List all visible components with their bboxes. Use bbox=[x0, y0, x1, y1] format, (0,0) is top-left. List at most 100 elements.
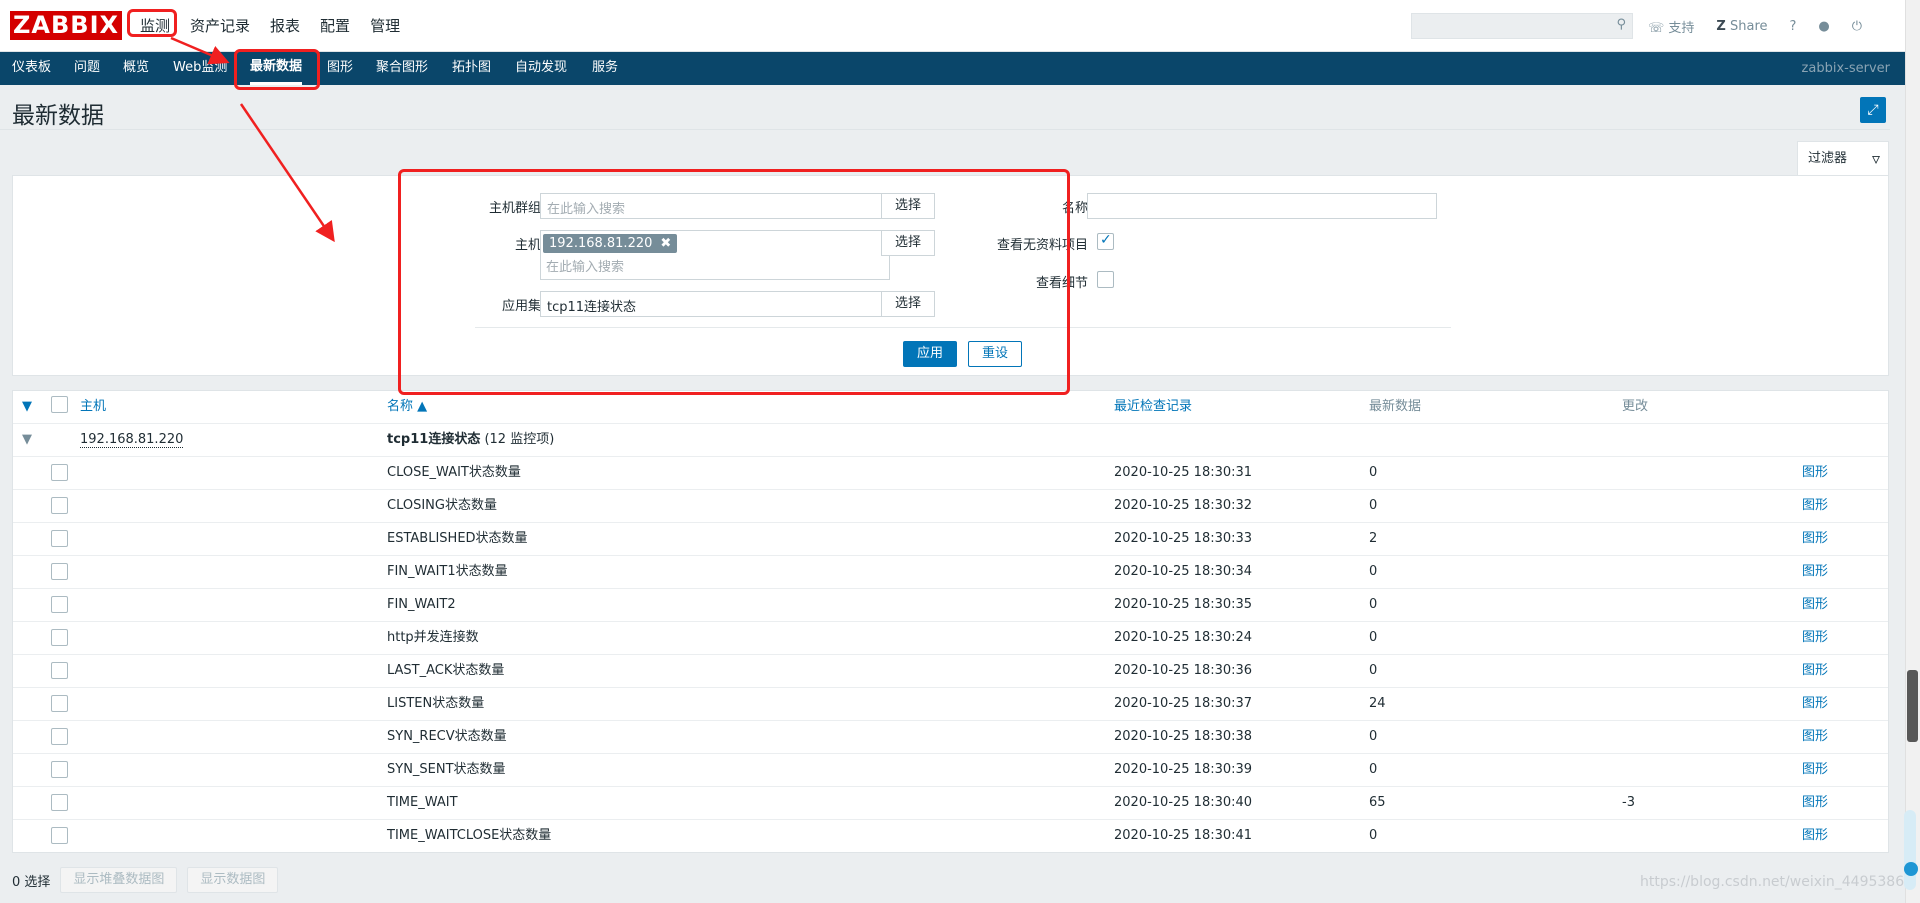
submenu-screens[interactable]: 聚合图形 bbox=[376, 52, 428, 85]
support-link[interactable]: ☏ 支持 bbox=[1648, 17, 1694, 36]
zabbix-logo[interactable]: ZABBIX bbox=[10, 11, 122, 40]
submenu-overview[interactable]: 概览 bbox=[123, 52, 149, 85]
hosts-search-placeholder[interactable]: 在此输入搜索 bbox=[546, 256, 624, 275]
row-checkbox[interactable] bbox=[51, 464, 68, 481]
collapse-all-icon[interactable]: ▼ bbox=[22, 391, 32, 423]
submenu-web[interactable]: Web监测 bbox=[173, 52, 227, 85]
collapse-group-icon[interactable]: ▼ bbox=[22, 424, 32, 456]
remove-chip-icon[interactable]: ✖ bbox=[660, 236, 671, 251]
filter-panel: 主机群组 在此输入搜索 选择 主机 192.168.81.220 ✖ 在此输入搜索… bbox=[12, 175, 1889, 376]
fullscreen-button[interactable]: ⤢ bbox=[1860, 97, 1886, 123]
side-gauge bbox=[1904, 810, 1916, 890]
row-checkbox[interactable] bbox=[51, 662, 68, 679]
table-row: FIN_WAIT1状态数量 2020-10-25 18:30:34 0 图形 bbox=[13, 556, 1888, 589]
graph-link[interactable]: 图形 bbox=[1802, 490, 1828, 522]
group-app-name: tcp11连接状态 bbox=[387, 432, 481, 447]
show-details-label: 查看细节 bbox=[1035, 276, 1088, 291]
menu-reports[interactable]: 报表 bbox=[260, 0, 310, 52]
item-last-check: 2020-10-25 18:30:31 bbox=[1114, 465, 1253, 480]
gauge-indicator bbox=[1904, 862, 1918, 876]
show-no-data-checkbox[interactable] bbox=[1097, 232, 1114, 250]
column-last-check[interactable]: 最近检查记录 bbox=[1114, 391, 1192, 423]
show-no-data-label: 查看无资料项目 bbox=[996, 238, 1088, 253]
apply-button[interactable]: 应用 bbox=[903, 341, 957, 367]
search-icon[interactable]: ⚲ bbox=[1616, 17, 1626, 32]
host-groups-select-button[interactable]: 选择 bbox=[881, 193, 935, 219]
show-details-checkbox[interactable] bbox=[1097, 271, 1114, 288]
hosts-select-button[interactable]: 选择 bbox=[881, 230, 935, 256]
item-name: SYN_SENT状态数量 bbox=[387, 762, 506, 777]
graph-link[interactable]: 图形 bbox=[1802, 622, 1828, 654]
host-groups-input[interactable]: 在此输入搜索 bbox=[540, 193, 890, 219]
graph-link[interactable]: 图形 bbox=[1802, 523, 1828, 555]
submenu-problems[interactable]: 问题 bbox=[74, 52, 100, 85]
group-host-cell: 192.168.81.220 bbox=[80, 424, 184, 456]
column-host[interactable]: 主机 bbox=[80, 391, 106, 423]
row-checkbox[interactable] bbox=[51, 728, 68, 745]
graph-button[interactable]: 显示数据图 bbox=[187, 867, 279, 893]
item-last-check: 2020-10-25 18:30:41 bbox=[1114, 828, 1253, 843]
filter-tab-label: 过滤器 bbox=[1808, 151, 1848, 166]
row-checkbox[interactable] bbox=[51, 596, 68, 613]
row-checkbox[interactable] bbox=[51, 695, 68, 712]
item-last-value: 0 bbox=[1369, 465, 1378, 480]
graph-link[interactable]: 图形 bbox=[1802, 457, 1828, 489]
submenu-maps[interactable]: 拓扑图 bbox=[452, 52, 491, 85]
latest-data-table: ▼ 主机 名称 ▲ 最近检查记录 最新数据 更改 ▼ 192.168.81.22… bbox=[12, 390, 1889, 853]
item-last-check: 2020-10-25 18:30:35 bbox=[1114, 597, 1253, 612]
submenu-dashboard[interactable]: 仪表板 bbox=[12, 52, 51, 85]
group-host-link[interactable]: 192.168.81.220 bbox=[80, 432, 184, 448]
search-input[interactable] bbox=[1412, 14, 1602, 38]
filter-tab[interactable]: 过滤器 ▿ bbox=[1797, 141, 1889, 176]
item-last-value: 0 bbox=[1369, 663, 1378, 678]
graph-link[interactable]: 图形 bbox=[1802, 754, 1828, 786]
user-profile-icon[interactable]: ● bbox=[1818, 19, 1829, 34]
graph-link[interactable]: 图形 bbox=[1802, 787, 1828, 819]
scrollbar-thumb[interactable] bbox=[1907, 670, 1918, 742]
graph-link[interactable]: 图形 bbox=[1802, 688, 1828, 720]
graph-link[interactable]: 图形 bbox=[1802, 820, 1828, 852]
filter-divider bbox=[475, 327, 1451, 328]
row-checkbox[interactable] bbox=[51, 827, 68, 844]
table-row: SYN_SENT状态数量 2020-10-25 18:30:39 0 图形 bbox=[13, 754, 1888, 787]
name-label: 名称 bbox=[1061, 201, 1088, 216]
column-name[interactable]: 名称 ▲ bbox=[387, 391, 427, 423]
item-last-value: 0 bbox=[1369, 828, 1378, 843]
stacked-graph-button[interactable]: 显示堆叠数据图 bbox=[60, 867, 178, 893]
submenu-services[interactable]: 服务 bbox=[592, 52, 618, 85]
help-icon[interactable]: ? bbox=[1790, 19, 1797, 34]
submenu-discovery[interactable]: 自动发现 bbox=[515, 52, 567, 85]
menu-configuration[interactable]: 配置 bbox=[310, 0, 360, 52]
submenu-graphs[interactable]: 图形 bbox=[327, 52, 353, 85]
menu-inventory[interactable]: 资产记录 bbox=[180, 0, 260, 52]
main-menu: 监测 资产记录 报表 配置 管理 bbox=[130, 0, 410, 52]
row-checkbox[interactable] bbox=[51, 794, 68, 811]
funnel-icon: ▿ bbox=[1871, 149, 1880, 168]
share-icon: Z bbox=[1716, 18, 1726, 34]
graph-link[interactable]: 图形 bbox=[1802, 556, 1828, 588]
application-input[interactable]: tcp11连接状态 bbox=[540, 291, 890, 317]
menu-administration[interactable]: 管理 bbox=[360, 0, 410, 52]
application-select-button[interactable]: 选择 bbox=[881, 291, 935, 317]
menu-monitoring[interactable]: 监测 bbox=[130, 0, 180, 52]
support-label: 支持 bbox=[1668, 20, 1695, 36]
page-scrollbar[interactable] bbox=[1905, 0, 1920, 903]
item-name: ESTABLISHED状态数量 bbox=[387, 531, 528, 546]
logout-icon[interactable]: ⏻ bbox=[1852, 19, 1862, 34]
graph-link[interactable]: 图形 bbox=[1802, 655, 1828, 687]
item-name: FIN_WAIT2 bbox=[387, 597, 456, 612]
share-link[interactable]: Z Share bbox=[1716, 19, 1767, 34]
table-row: http并发连接数 2020-10-25 18:30:24 0 图形 bbox=[13, 622, 1888, 655]
graph-link[interactable]: 图形 bbox=[1802, 589, 1828, 621]
row-checkbox[interactable] bbox=[51, 497, 68, 514]
table-row: CLOSING状态数量 2020-10-25 18:30:32 0 图形 bbox=[13, 490, 1888, 523]
row-checkbox[interactable] bbox=[51, 563, 68, 580]
row-checkbox[interactable] bbox=[51, 530, 68, 547]
submenu-latest-data[interactable]: 最新数据 bbox=[250, 52, 303, 85]
name-input[interactable] bbox=[1087, 193, 1437, 219]
select-all-checkbox[interactable] bbox=[51, 396, 68, 413]
reset-button[interactable]: 重设 bbox=[968, 341, 1022, 367]
row-checkbox[interactable] bbox=[51, 629, 68, 646]
graph-link[interactable]: 图形 bbox=[1802, 721, 1828, 753]
row-checkbox[interactable] bbox=[51, 761, 68, 778]
